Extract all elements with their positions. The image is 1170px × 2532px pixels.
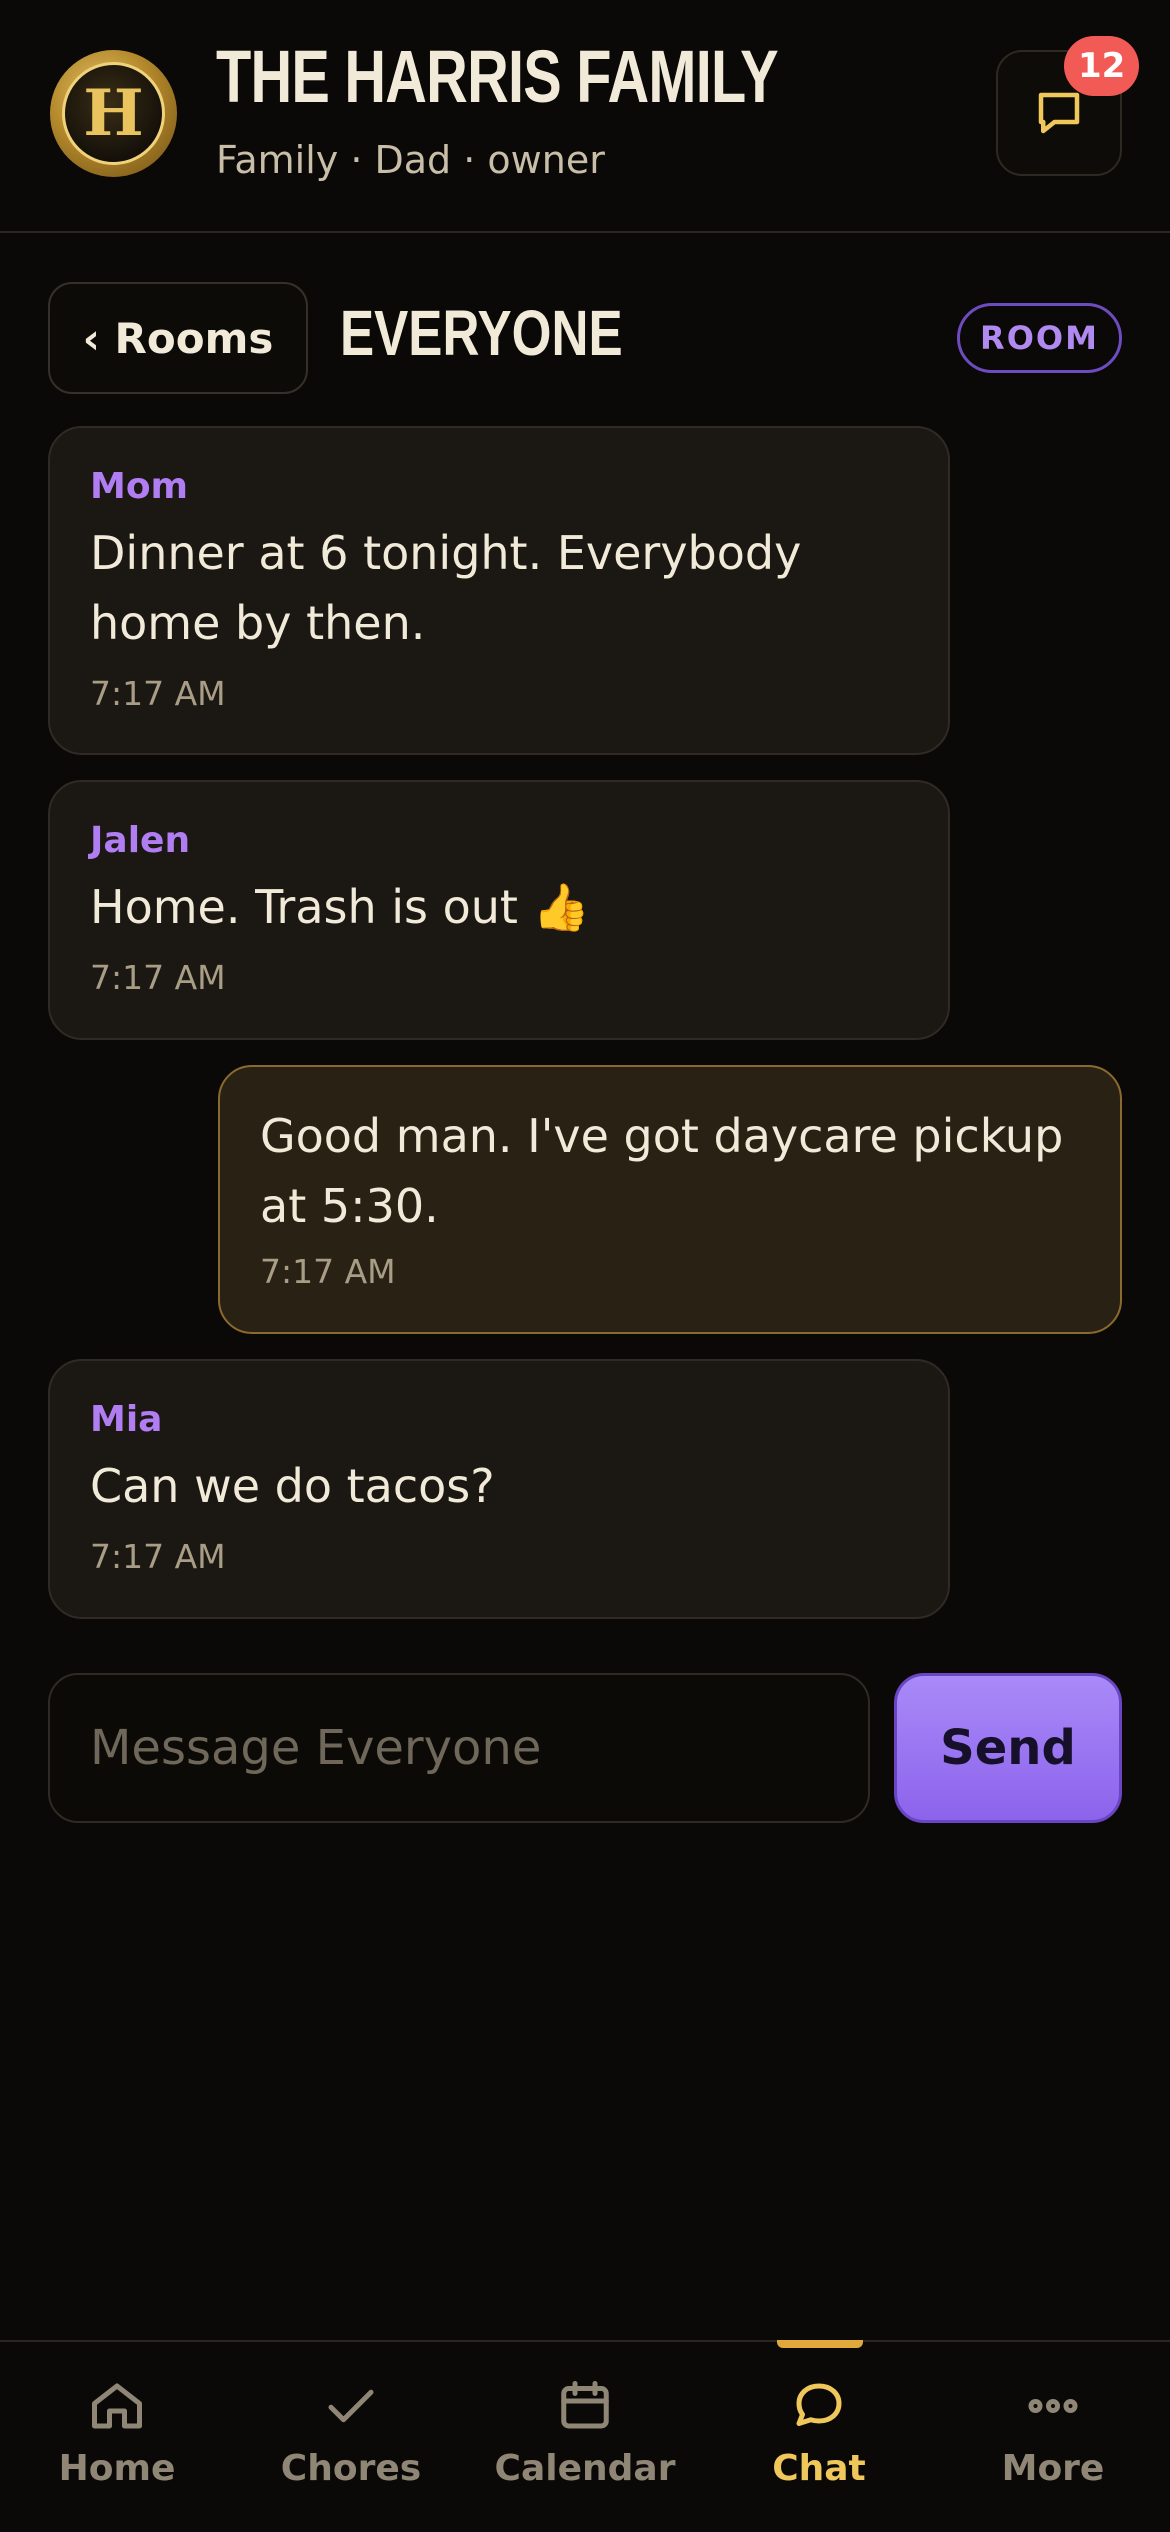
family-crest-logo: H <box>50 50 177 177</box>
message-bubble: Mom Dinner at 6 tonight. Everybody home … <box>48 426 950 755</box>
room-title: EVERYONE <box>340 297 623 369</box>
nav-calendar-label: Calendar <box>494 2448 676 2489</box>
nav-chat-label: Chat <box>772 2448 866 2489</box>
nav-more[interactable]: More <box>936 2342 1170 2532</box>
message-time: 7:17 AM <box>90 958 226 997</box>
message-time: 7:17 AM <box>90 674 226 713</box>
message-time: 7:17 AM <box>260 1252 396 1291</box>
message-sender: Mia <box>90 1399 163 1440</box>
calendar-icon <box>561 2381 609 2429</box>
message-text: Dinner at 6 tonight. Everybody home by t… <box>90 526 802 650</box>
room-type-badge: ROOM <box>957 303 1122 373</box>
nav-home[interactable]: Home <box>0 2342 234 2532</box>
app-root: H THE HARRIS FAMILY Family · Dad · owner… <box>0 0 1170 2532</box>
notification-count-badge: 12 <box>1064 36 1140 96</box>
message-bubble: Mia Can we do tacos? 7:17 AM <box>48 1359 950 1619</box>
family-subtitle: Family · Dad · owner <box>216 138 605 182</box>
message-text: Can we do tacos? <box>90 1459 495 1513</box>
app-header: H THE HARRIS FAMILY Family · Dad · owner… <box>0 0 1170 233</box>
message-text: Home. Trash is out 👍 <box>90 880 590 934</box>
message-input[interactable] <box>48 1673 870 1823</box>
nav-more-label: More <box>1001 2448 1105 2489</box>
nav-chat[interactable]: Chat <box>702 2342 936 2532</box>
bottom-nav: Home Chores Calendar Chat More <box>0 2340 1170 2532</box>
chat-bubble-icon <box>1038 92 1080 134</box>
logo-letter: H <box>62 62 165 165</box>
chat-bubble-icon <box>796 2383 842 2426</box>
message-text: Good man. I've got daycare pickup at 5:3… <box>260 1109 1064 1233</box>
home-icon <box>92 2383 142 2429</box>
check-icon <box>328 2389 374 2423</box>
more-dots-icon <box>1028 2398 1078 2413</box>
my-message-bubble: Good man. I've got daycare pickup at 5:3… <box>218 1065 1122 1334</box>
send-button[interactable]: Send <box>894 1673 1122 1823</box>
nav-chores[interactable]: Chores <box>234 2342 468 2532</box>
message-time: 7:17 AM <box>90 1537 226 1576</box>
back-to-rooms-button[interactable]: ‹ Rooms <box>48 282 308 394</box>
nav-calendar[interactable]: Calendar <box>468 2342 702 2532</box>
message-bubble: Jalen Home. Trash is out 👍 7:17 AM <box>48 780 950 1040</box>
nav-chores-label: Chores <box>280 2448 422 2489</box>
message-sender: Jalen <box>90 820 191 861</box>
message-sender: Mom <box>90 466 189 507</box>
family-title: THE HARRIS FAMILY <box>216 35 779 118</box>
nav-home-label: Home <box>58 2448 176 2489</box>
